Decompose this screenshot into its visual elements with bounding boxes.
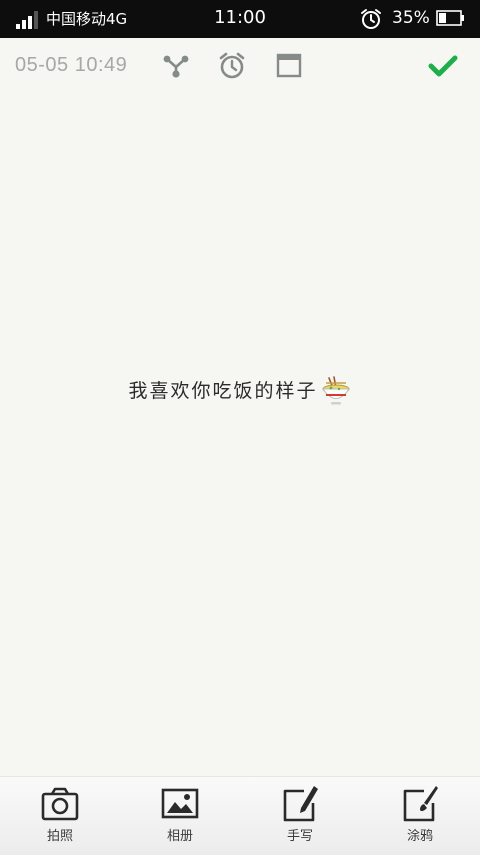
battery-icon: [436, 10, 464, 26]
status-bar: 中国移动4G 11:00 35%: [0, 0, 480, 38]
window-icon[interactable]: [274, 51, 304, 81]
note-timestamp: 05-05 10:49: [15, 54, 128, 76]
album-label: 相册: [166, 829, 193, 844]
alarm-clock-icon[interactable]: [217, 51, 247, 81]
note-editor[interactable]: 我喜欢你吃饭的样子: [0, 94, 480, 776]
share-icon[interactable]: [161, 51, 191, 81]
noodle-bowl-icon: [321, 376, 350, 405]
handwrite-icon: [283, 786, 318, 822]
album-button[interactable]: 相册: [120, 777, 240, 855]
handwrite-button[interactable]: 手写: [240, 777, 360, 855]
camera-label: 拍照: [46, 829, 73, 844]
checkmark-icon[interactable]: [427, 50, 459, 82]
note-text: 我喜欢你吃饭的样子: [128, 380, 318, 402]
camera-button[interactable]: 拍照: [0, 777, 120, 855]
camera-icon: [41, 787, 79, 821]
note-toolbar: 05-05 10:49: [0, 38, 480, 94]
doodle-label: 涂鸦: [406, 829, 433, 844]
doodle-button[interactable]: 涂鸦: [360, 777, 480, 855]
bottom-toolbar: 拍照 相册 手写 涂鸦: [0, 776, 480, 855]
note-content: 我喜欢你吃饭的样子: [0, 376, 480, 406]
brush-icon: [403, 786, 438, 822]
alarm-status-icon: [361, 9, 381, 29]
handwrite-label: 手写: [286, 829, 313, 844]
picture-icon: [161, 788, 199, 819]
battery-percent: 35%: [392, 8, 430, 28]
